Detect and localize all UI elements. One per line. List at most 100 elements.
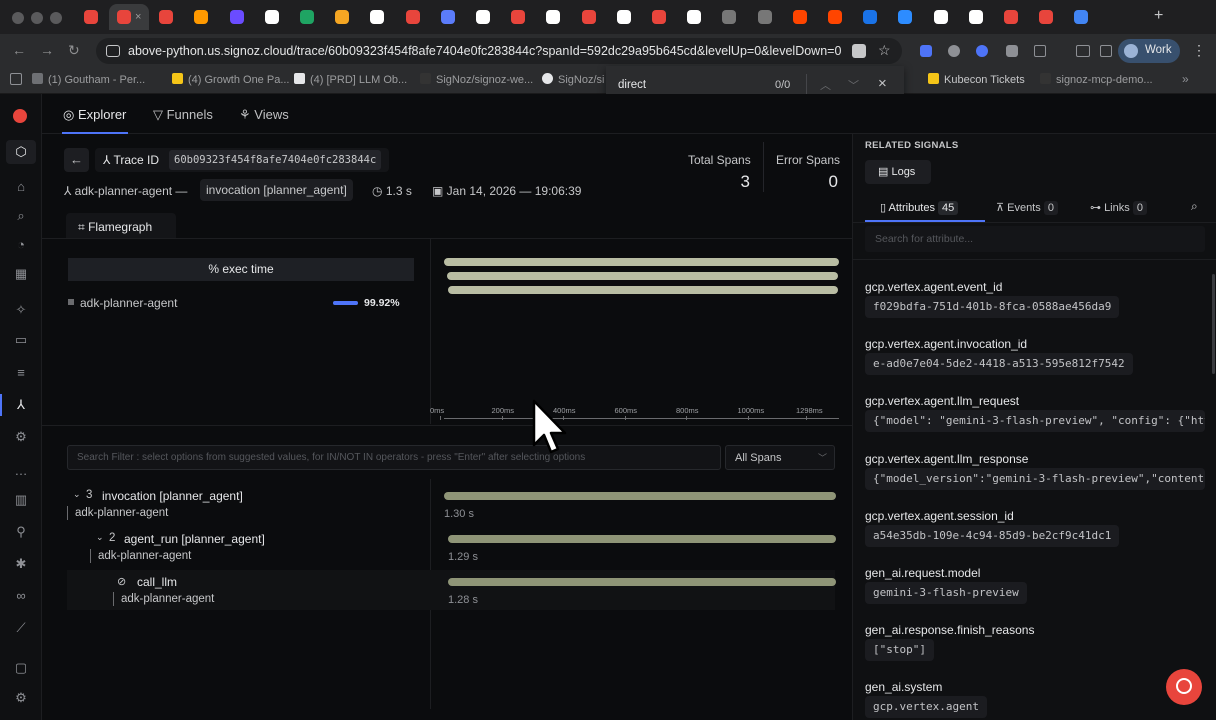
extension-icon[interactable] (976, 45, 988, 57)
browser-tab[interactable] (853, 4, 887, 30)
bookmark-item[interactable]: (1) Goutham - Per... (32, 73, 145, 86)
dashboard-icon[interactable]: ▦ (13, 266, 29, 282)
browser-tab[interactable] (748, 4, 782, 30)
tab-funnels[interactable]: ▽ Funnels (153, 107, 213, 123)
search-icon[interactable]: ⌕ (1191, 199, 1198, 214)
flame-bar[interactable] (448, 286, 838, 294)
pipelines-icon[interactable]: ⚲ (13, 524, 29, 540)
flame-bar[interactable] (444, 258, 839, 266)
attribute-value[interactable]: ["stop"] (865, 639, 934, 662)
puzzle-icon[interactable] (1034, 45, 1046, 57)
browser-tab[interactable] (994, 4, 1028, 30)
browser-tab[interactable] (536, 4, 570, 30)
signoz-logo-icon[interactable] (13, 109, 27, 123)
back-button[interactable]: ← (64, 148, 89, 172)
span-row[interactable]: ⌄ 2 agent_run [planner_agent] adk-planne… (67, 527, 836, 567)
browser-tab[interactable] (74, 4, 108, 30)
browser-tab[interactable] (255, 4, 289, 30)
browser-tab[interactable] (677, 4, 711, 30)
bookmark-item[interactable]: SigNoz/signoz-we... (420, 73, 533, 86)
forward-icon[interactable]: → (40, 42, 54, 58)
flame-bar[interactable] (447, 272, 838, 280)
browser-tab[interactable] (818, 4, 852, 30)
home-icon[interactable]: ⌂ (13, 179, 29, 195)
browser-tab[interactable] (607, 4, 641, 30)
bar-chart-icon[interactable]: ▥ (13, 492, 29, 508)
bookmark-item[interactable]: SigNoz/si (542, 73, 604, 86)
browser-tab[interactable] (572, 4, 606, 30)
logs-icon[interactable]: ≡ (13, 365, 29, 381)
bookmark-item[interactable]: Kubecon Tickets (928, 73, 1025, 86)
attribute-value[interactable]: {"model": "gemini-3-flash-preview", "con… (865, 410, 1205, 433)
browser-tab[interactable] (1029, 4, 1063, 30)
more-menu-icon[interactable]: ⋮ (1192, 42, 1206, 59)
close-icon[interactable]: × (878, 75, 887, 92)
profile-button[interactable]: Work (1118, 39, 1180, 63)
attribute-value[interactable]: e-ad0e7e04-5de2-4418-a513-595e812f7542 (865, 353, 1133, 376)
bell-icon[interactable]: ◔ (13, 237, 29, 253)
browser-tab[interactable] (501, 4, 535, 30)
browser-tab[interactable] (1064, 4, 1098, 30)
browser-tab[interactable] (325, 4, 359, 30)
cube-icon[interactable]: ⬡ (13, 144, 29, 160)
logs-button[interactable]: ▤ Logs (865, 160, 931, 184)
chevron-down-icon[interactable]: ⌄ (96, 532, 104, 543)
attribute-search-input[interactable]: Search for attribute... (865, 226, 1205, 252)
span-search-filter[interactable]: Search Filter : select options from sugg… (67, 445, 721, 470)
span-type-select[interactable]: All Spans ﹀ (725, 445, 835, 470)
browser-tab[interactable] (783, 4, 817, 30)
tab-flamegraph[interactable]: ⌗ Flamegraph (66, 213, 176, 239)
span-duration-bar[interactable] (444, 492, 836, 500)
attribute-value[interactable]: a54e35db-109e-4c94-85d9-be2cf9c41dc1 (865, 524, 1120, 547)
tab-search-icon[interactable] (1076, 45, 1090, 57)
new-tab-icon[interactable]: + (1154, 7, 1163, 25)
extension-icon[interactable] (1006, 45, 1018, 57)
browser-tab[interactable] (290, 4, 324, 30)
find-input[interactable]: direct (618, 79, 646, 91)
tab-close-icon[interactable]: × (135, 11, 141, 23)
search-icon[interactable]: ⌕ (13, 208, 29, 224)
download-icon[interactable] (1100, 45, 1112, 57)
bookmark-item[interactable]: signoz-mcp-demo... (1040, 73, 1153, 86)
browser-tab[interactable] (184, 4, 218, 30)
trace-id-value[interactable]: 60b09323f454f8afe7404e0fc283844c (169, 150, 382, 170)
browser-tab[interactable]: × (109, 4, 150, 30)
settings-gear-icon[interactable]: ⚙ (13, 690, 29, 706)
chevron-right-icon[interactable]: » (1182, 72, 1189, 86)
attribute-value[interactable]: f029bdfa-751d-401b-8fca-0588ae456da9 (865, 296, 1120, 318)
attribute-value[interactable]: gemini-3-flash-preview (865, 582, 1027, 604)
bookmark-item[interactable]: (4) [PRD] LLM Ob... (294, 73, 407, 86)
browser-tab[interactable] (924, 4, 958, 30)
apps-grid-icon[interactable] (10, 73, 22, 85)
tab-explorer[interactable]: ◎ Explorer (63, 107, 126, 123)
span-row[interactable]: ⌄ 3 invocation [planner_agent] adk-plann… (67, 484, 836, 524)
span-duration-bar[interactable] (448, 578, 836, 586)
browser-tab[interactable] (220, 4, 254, 30)
services-icon[interactable]: ⚙ (13, 429, 29, 445)
browser-tab[interactable] (959, 4, 993, 30)
attribute-value[interactable]: gcp.vertex.agent (865, 696, 987, 719)
window-zoom-dot[interactable] (50, 12, 62, 24)
attribute-value[interactable]: {"model_version":"gemini-3-flash-preview… (865, 467, 1205, 490)
chevron-down-icon[interactable]: ⌄ (73, 489, 81, 500)
browser-tab[interactable] (466, 4, 500, 30)
extension-icon[interactable] (920, 45, 932, 57)
inbox-icon[interactable]: ▭ (13, 332, 29, 348)
window-close-dot[interactable] (12, 12, 24, 24)
tab-views[interactable]: ⚘ Views (239, 107, 289, 123)
bug-icon[interactable]: ✱ (13, 556, 29, 572)
browser-tab[interactable] (149, 4, 183, 30)
scrollbar-thumb[interactable] (1212, 274, 1215, 374)
line-chart-icon[interactable]: ⟋ (13, 620, 29, 636)
binoculars-icon[interactable]: ∞ (13, 588, 29, 604)
browser-tab[interactable] (642, 4, 676, 30)
tab-events[interactable]: ⊼ Events 0 (996, 201, 1058, 215)
window-minimize-dot[interactable] (31, 12, 43, 24)
more-icon[interactable]: … (13, 463, 29, 479)
ai-sparkle-icon[interactable]: ✧ (13, 302, 29, 318)
extension-icon[interactable] (852, 44, 866, 58)
back-icon[interactable]: ← (12, 42, 26, 58)
bookmark-star-icon[interactable]: ☆ (878, 42, 891, 59)
bookmark-item[interactable]: (4) Growth One Pa... (172, 73, 289, 86)
support-chat-button[interactable] (1166, 669, 1202, 705)
